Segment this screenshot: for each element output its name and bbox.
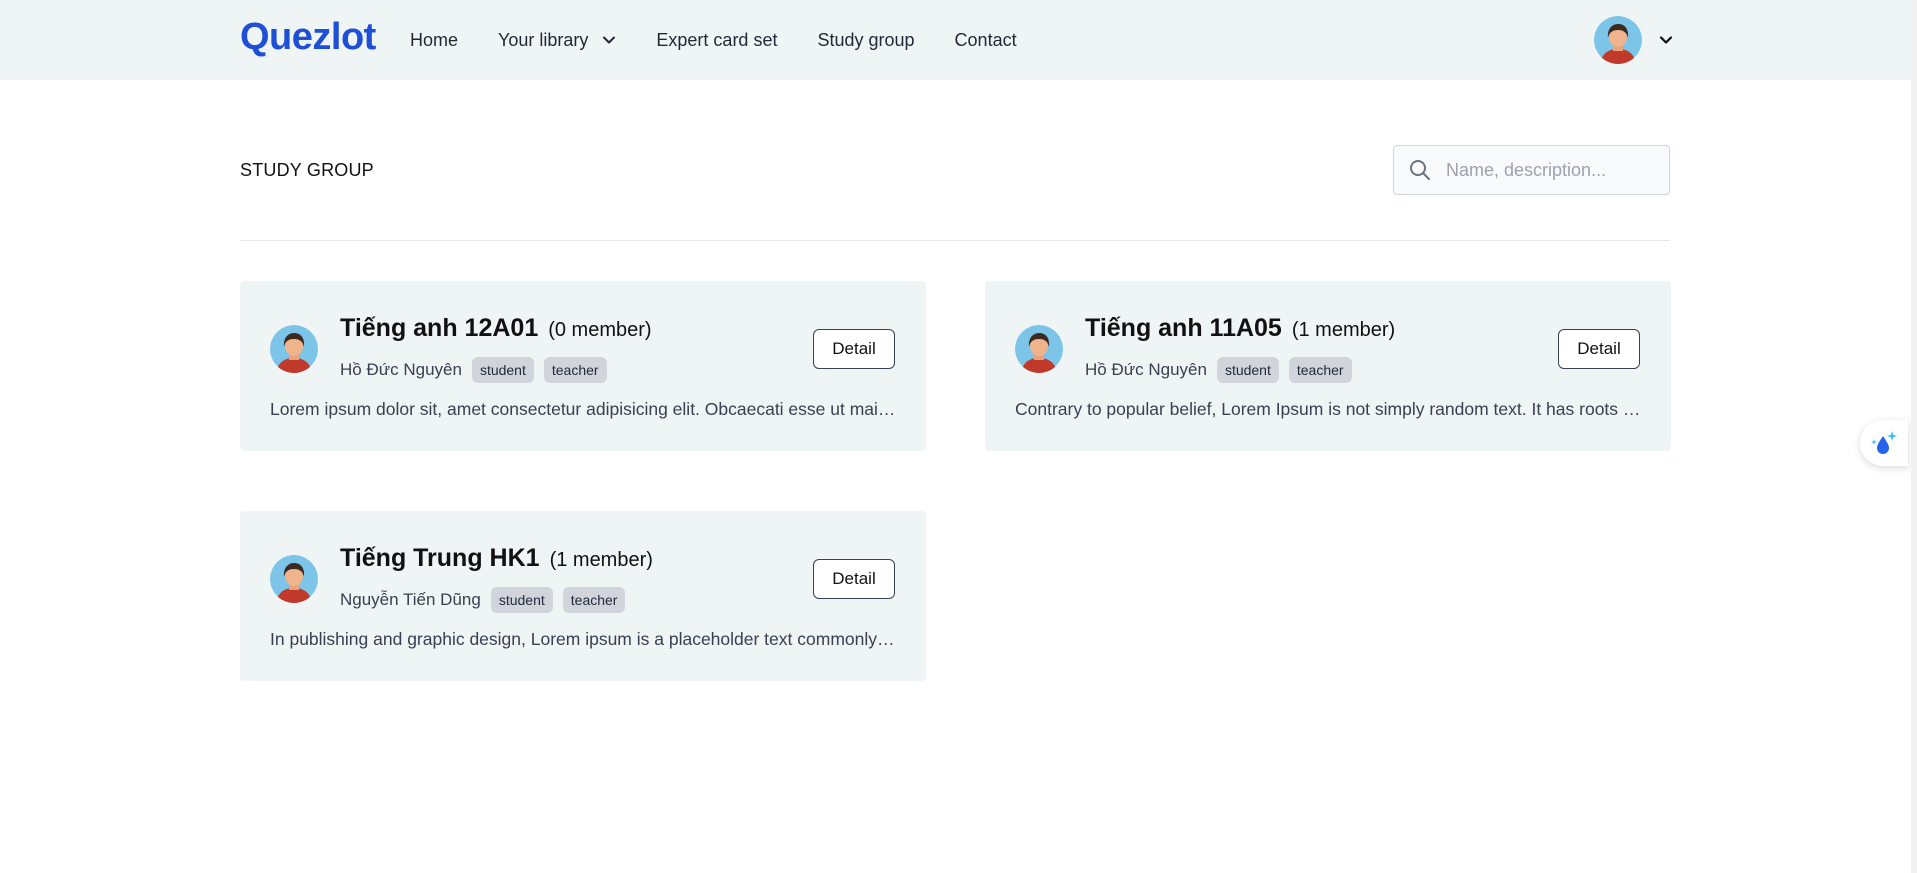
top-navbar: Quezlot Home Your library Expert card se… xyxy=(0,0,1911,80)
card-meta-row: Hồ Đức Nguyên student teacher xyxy=(1085,357,1362,383)
group-description: Lorem ipsum dolor sit, amet consectetur … xyxy=(270,399,896,419)
group-name: Tiếng Trung HK1 xyxy=(340,544,540,572)
nav-your-library[interactable]: Your library xyxy=(498,30,616,51)
member-count: (0 member) xyxy=(548,319,652,341)
role-tag: student xyxy=(1216,357,1279,383)
role-tag: teacher xyxy=(1288,357,1352,383)
user-avatar[interactable] xyxy=(1594,16,1642,64)
nav-expert-label: Expert card set xyxy=(656,29,778,50)
floating-assistant-button[interactable] xyxy=(1860,420,1908,466)
search-box[interactable] xyxy=(1393,145,1670,195)
card-title-row: Tiếng Trung HK1 (1 member) xyxy=(340,544,653,573)
role-tag: student xyxy=(471,357,534,383)
user-menu[interactable] xyxy=(1594,16,1674,64)
nav-home[interactable]: Home xyxy=(410,30,458,51)
card-title-row: Tiếng anh 12A01 (0 member) xyxy=(340,314,652,343)
search-input[interactable] xyxy=(1446,159,1656,181)
nav-study-group-label: Study group xyxy=(817,29,915,50)
member-count: (1 member) xyxy=(549,549,653,571)
search-icon xyxy=(1410,160,1430,180)
owner-avatar xyxy=(1015,325,1063,373)
page-scrollbar[interactable] xyxy=(1911,0,1917,873)
role-tag: student xyxy=(490,587,553,613)
detail-button[interactable]: Detail xyxy=(813,559,895,599)
group-description: In publishing and graphic design, Lorem … xyxy=(270,629,896,649)
owner-name: Hồ Đức Nguyên xyxy=(340,360,462,379)
card-title-row: Tiếng anh 11A05 (1 member) xyxy=(1085,314,1395,343)
owner-avatar xyxy=(270,325,318,373)
chevron-down-icon[interactable] xyxy=(1658,32,1674,48)
card-meta-row: Hồ Đức Nguyên student teacher xyxy=(340,357,617,383)
detail-button[interactable]: Detail xyxy=(1558,329,1640,369)
card-meta-row: Nguyễn Tiến Dũng student teacher xyxy=(340,587,635,613)
chevron-down-icon xyxy=(603,36,616,44)
owner-name: Hồ Đức Nguyên xyxy=(1085,360,1207,379)
group-name: Tiếng anh 11A05 xyxy=(1085,314,1282,342)
owner-avatar xyxy=(270,555,318,603)
divider xyxy=(240,240,1670,241)
role-tag: teacher xyxy=(562,587,626,613)
sparkle-drop-icon xyxy=(1871,431,1897,454)
main-nav: Home Your library Expert card set Study … xyxy=(410,0,1057,80)
nav-library-label: Your library xyxy=(498,29,589,50)
page-title: STUDY GROUP xyxy=(240,160,374,180)
nav-study-group[interactable]: Study group xyxy=(817,30,914,51)
group-card: Tiếng anh 11A05 (1 member) Hồ Đức Nguyên… xyxy=(985,281,1671,451)
nav-expert-card-set[interactable]: Expert card set xyxy=(656,30,777,51)
role-tag: teacher xyxy=(543,357,607,383)
group-card: Tiếng Trung HK1 (1 member) Nguyễn Tiến D… xyxy=(240,511,926,681)
nav-home-label: Home xyxy=(410,29,459,50)
nav-contact-label: Contact xyxy=(954,29,1017,50)
owner-name: Nguyễn Tiến Dũng xyxy=(340,590,481,609)
member-count: (1 member) xyxy=(1291,319,1396,341)
group-name: Tiếng anh 12A01 xyxy=(340,314,539,342)
detail-button[interactable]: Detail xyxy=(813,329,895,369)
nav-contact[interactable]: Contact xyxy=(955,30,1017,51)
brand-logo[interactable]: Quezlot xyxy=(240,16,376,59)
group-description: Contrary to popular belief, Lorem Ipsum … xyxy=(1015,399,1641,419)
group-card: Tiếng anh 12A01 (0 member) Hồ Đức Nguyên… xyxy=(240,281,926,451)
